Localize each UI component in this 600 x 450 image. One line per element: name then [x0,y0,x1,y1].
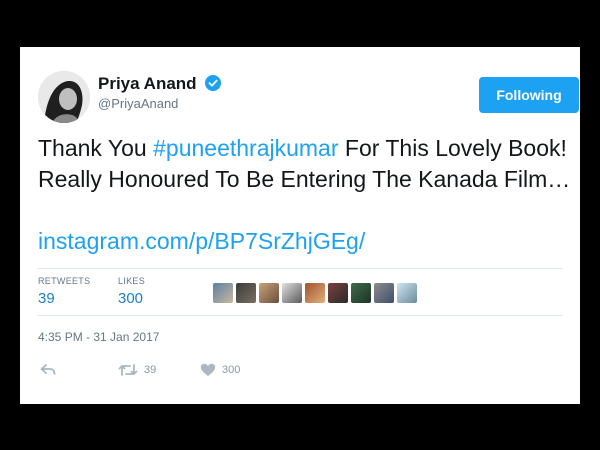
liker-avatar[interactable] [236,283,256,303]
liker-avatar[interactable] [305,283,325,303]
reply-button[interactable] [40,363,56,377]
retweet-icon[interactable] [118,363,138,377]
liker-avatar[interactable] [282,283,302,303]
liker-avatar[interactable] [397,283,417,303]
display-name[interactable]: Priya Anand [98,74,222,94]
likes-stat[interactable]: LIKES 300 [118,276,145,307]
liker-avatar[interactable] [351,283,371,303]
tweet-card: Priya Anand @PriyaAnand Following Thank … [20,47,580,404]
likes-label: LIKES [118,276,146,286]
display-name-text[interactable]: Priya Anand [98,74,197,93]
tweet-text-start: Thank You [38,135,154,161]
liker-avatar[interactable] [328,283,348,303]
retweet-action-count: 39 [144,364,157,376]
retweet-button[interactable]: 39 [118,363,156,377]
tweet-text: Thank You #puneethrajkumar For This Love… [38,133,578,195]
liker-avatars [213,283,417,303]
retweets-stat[interactable]: RETWEETS 39 [38,276,90,307]
heart-icon[interactable] [200,363,216,377]
liker-avatar[interactable] [213,283,233,303]
likes-count[interactable]: 300 [118,290,145,307]
liker-avatar[interactable] [259,283,279,303]
like-action-count: 300 [222,364,241,376]
liker-avatar[interactable] [374,283,394,303]
reply-icon[interactable] [40,363,56,377]
tweet-timestamp[interactable]: 4:35 PM - 31 Jan 2017 [38,330,159,344]
verified-badge-icon [205,75,222,91]
user-handle[interactable]: @PriyaAnand [98,96,178,111]
retweets-count[interactable]: 39 [38,290,90,307]
avatar-image [38,71,90,123]
like-button[interactable]: 300 [200,363,240,377]
avatar[interactable] [38,71,90,123]
hashtag-link[interactable]: #puneethrajkumar [153,135,338,161]
divider [38,268,563,269]
retweets-label: RETWEETS [38,276,91,286]
following-button[interactable]: Following [479,77,579,113]
divider [38,315,563,316]
instagram-link[interactable]: instagram.com/p/BP7SrZhjGEg/ [38,228,365,255]
